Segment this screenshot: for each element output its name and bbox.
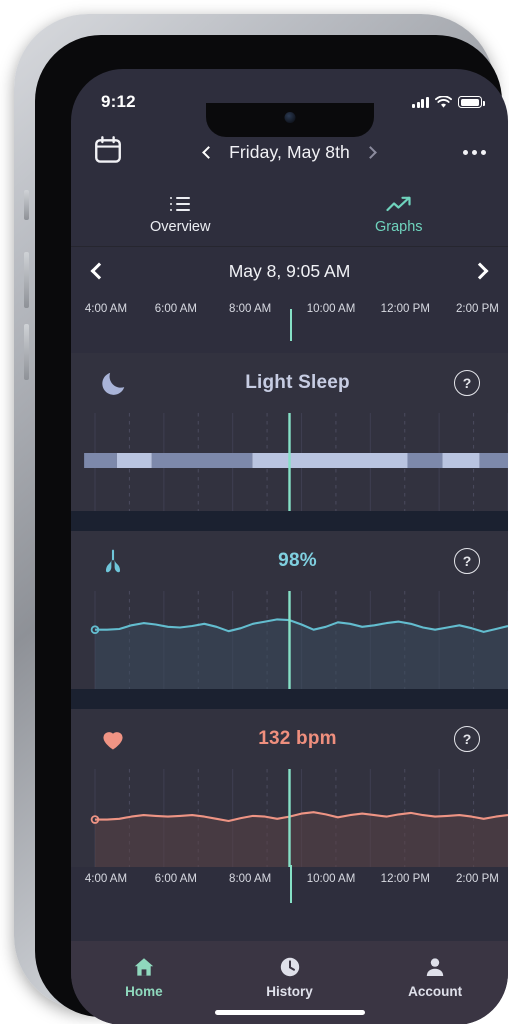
chart-blood-oxygen[interactable]	[71, 591, 508, 689]
time-axis-label: 12:00 PM	[380, 303, 430, 315]
nav-label-account: Account	[408, 984, 463, 999]
time-axis-label: 12:00 PM	[380, 873, 430, 885]
scrubber-next-icon[interactable]	[471, 262, 489, 280]
help-circle-icon[interactable]: ?	[454, 548, 480, 574]
front-camera-icon	[284, 112, 295, 123]
tab-graphs[interactable]: Graphs	[290, 183, 509, 246]
volume-down-button[interactable]	[24, 324, 29, 380]
time-axis-label: 10:00 AM	[306, 303, 356, 315]
nav-item-home[interactable]: Home	[71, 955, 217, 999]
next-day-icon[interactable]	[364, 145, 377, 159]
sleep-segment	[84, 453, 117, 468]
heart-icon	[99, 725, 141, 753]
card-value-heart-rate: 132 bpm	[258, 728, 337, 749]
card-divider-1	[71, 511, 508, 531]
time-scrubber: May 8, 9:05 AM	[71, 247, 508, 295]
wifi-icon	[435, 95, 452, 108]
card-divider-2	[71, 689, 508, 709]
sleep-segment	[151, 453, 253, 468]
card-light-sleep[interactable]: Light Sleep ?	[71, 353, 508, 511]
nav-item-account[interactable]: Account	[362, 955, 508, 999]
sleep-segment	[407, 453, 443, 468]
previous-day-icon[interactable]	[202, 145, 215, 159]
time-axis-label: 4:00 AM	[84, 303, 128, 315]
sleep-segment	[442, 453, 480, 468]
moon-icon	[99, 368, 141, 398]
time-axis-label: 6:00 AM	[154, 873, 197, 885]
time-axis-label: 2:00 PM	[455, 873, 499, 885]
chart-area-fill	[95, 619, 508, 689]
time-axis-label: 2:00 PM	[455, 303, 499, 315]
help-circle-icon[interactable]: ?	[454, 726, 480, 752]
home-icon	[134, 958, 154, 976]
volume-up-button[interactable]	[24, 252, 29, 308]
screenshot-root: 9:12 Friday, May 8th Overview Graphs May…	[0, 0, 509, 1024]
card-header-light-sleep: Light Sleep ?	[71, 353, 508, 413]
nav-label-history: History	[266, 984, 313, 999]
list-icon	[170, 194, 191, 214]
trending-up-icon	[386, 194, 412, 214]
card-blood-oxygen[interactable]: 98% ?	[71, 531, 508, 689]
page-title: Friday, May 8th	[229, 141, 350, 162]
lungs-icon	[99, 547, 141, 575]
chart-heart-rate[interactable]	[71, 769, 508, 867]
sleep-segment	[479, 453, 508, 468]
nav-label-home: Home	[125, 984, 163, 999]
date-navigator: Friday, May 8th	[127, 142, 452, 163]
view-tabs: Overview Graphs	[71, 183, 508, 247]
card-value-blood-oxygen: 98%	[278, 550, 317, 571]
time-axis-label: 8:00 AM	[229, 303, 272, 315]
status-time: 9:12	[101, 92, 136, 111]
tab-overview-label: Overview	[150, 219, 211, 235]
person-icon	[426, 958, 444, 976]
time-axis-label: 4:00 AM	[84, 873, 128, 885]
oxygen-trend-svg	[90, 591, 508, 689]
chart-light-sleep[interactable]	[71, 413, 508, 511]
card-header-heart-rate: 132 bpm ?	[71, 709, 508, 769]
phone-screen: 9:12 Friday, May 8th Overview Graphs May…	[71, 69, 508, 1024]
clock-icon	[280, 957, 299, 977]
home-indicator[interactable]	[214, 1010, 365, 1015]
card-value-light-sleep: Light Sleep	[245, 372, 350, 393]
time-axis-label: 10:00 AM	[306, 873, 356, 885]
cellular-bars-icon	[411, 96, 429, 108]
tab-graphs-label: Graphs	[374, 219, 423, 235]
nav-item-history[interactable]: History	[217, 955, 363, 999]
card-header-blood-oxygen: 98% ?	[71, 531, 508, 591]
scrubber-label: May 8, 9:05 AM	[228, 260, 351, 281]
sleep-segment	[252, 453, 408, 468]
help-circle-icon[interactable]: ?	[454, 370, 480, 396]
phone-body: 9:12 Friday, May 8th Overview Graphs May…	[35, 35, 508, 1024]
heart-rate-trend-svg	[90, 769, 508, 867]
sleep-timeline-svg	[84, 413, 508, 511]
battery-icon	[458, 96, 485, 108]
card-heart-rate[interactable]: 132 bpm ?	[71, 709, 508, 867]
sleep-segment	[116, 453, 152, 468]
tab-overview[interactable]: Overview	[71, 183, 290, 246]
status-indicators	[411, 95, 485, 109]
calendar-icon[interactable]	[93, 135, 127, 169]
chart-area-fill	[95, 812, 508, 867]
time-axis-bottom: 4:00 AM 6:00 AM 8:00 AM 10:00 AM 12:00 PM 2:0…	[71, 865, 508, 893]
time-axis-label: 8:00 AM	[229, 873, 272, 885]
silent-switch[interactable]	[24, 190, 29, 220]
more-options-icon[interactable]	[452, 149, 486, 155]
phone-frame: 9:12 Friday, May 8th Overview Graphs May…	[14, 14, 508, 1024]
time-axis-label: 6:00 AM	[154, 303, 197, 315]
time-axis-top: 4:00 AM 6:00 AM 8:00 AM 10:00 AM 12:00 PM 2:0…	[71, 295, 508, 323]
notch	[205, 103, 374, 137]
